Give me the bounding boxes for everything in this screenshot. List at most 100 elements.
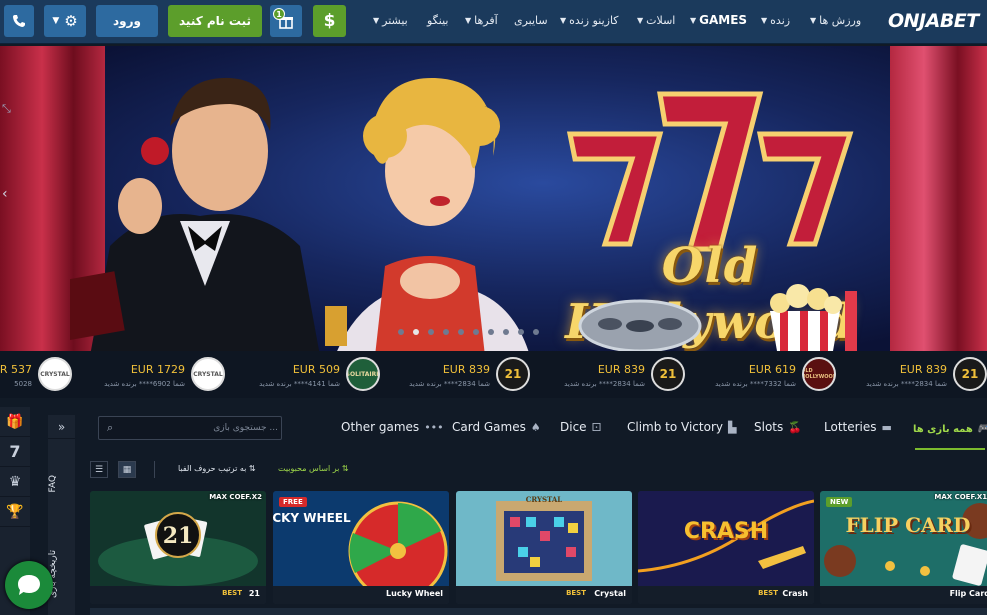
game-category-bar: ⌕ Other games••• Card Games♠ Dice⚀ Climb… bbox=[90, 407, 987, 451]
carousel-dot[interactable] bbox=[488, 329, 494, 335]
win-item[interactable]: EUR 839 شما 2834**** برنده شدید 21 bbox=[390, 356, 530, 392]
active-category-underline bbox=[915, 448, 985, 450]
nav-live[interactable]: ▼ زنده bbox=[761, 0, 790, 40]
phone-button[interactable] bbox=[4, 5, 34, 37]
nav-games[interactable]: ▼ GAMES bbox=[690, 0, 747, 40]
win-item[interactable]: EUR 839 شما 2834**** برنده شدید 21 bbox=[850, 356, 987, 392]
game-old-hollywood-icon: OLD HOLLYWOOD bbox=[802, 357, 836, 391]
category-dice[interactable]: Dice ⚀ bbox=[560, 420, 601, 434]
curtain-right bbox=[890, 46, 987, 351]
expand-icon[interactable]: ⤡ bbox=[2, 102, 11, 116]
search-icon: ⌕ bbox=[107, 421, 114, 434]
game-crystal-icon: CRYSTAL bbox=[191, 357, 225, 391]
chevron-down-icon: ▼ bbox=[560, 15, 567, 25]
tile-footer: Lucky Wheel bbox=[273, 586, 449, 604]
game-search-input[interactable] bbox=[123, 418, 278, 438]
chevron-down-icon: ▼ bbox=[465, 15, 472, 25]
carousel-dot[interactable] bbox=[458, 329, 464, 335]
win-item[interactable]: EUR 1729 شما 6902**** برنده شدید CRYSTAL bbox=[85, 356, 225, 392]
spade-icon: ♠ bbox=[530, 421, 541, 434]
game-tile-lucky-wheel[interactable]: LUCKY WHEEL FREE Lucky Wheel bbox=[273, 491, 449, 604]
category-card-games[interactable]: Card Games ♠ bbox=[452, 420, 541, 434]
carousel-dot[interactable] bbox=[398, 329, 404, 335]
win-item[interactable]: EUR 537 5028 CRYSTAL bbox=[0, 356, 72, 392]
best-badge: BEST bbox=[758, 589, 778, 597]
carousel-dot[interactable] bbox=[533, 329, 539, 335]
film-reel-illustration bbox=[578, 299, 702, 351]
carousel-dot[interactable] bbox=[518, 329, 524, 335]
sort-alphabetical[interactable]: به ترتیب حروف الفبا ⇅ bbox=[178, 464, 256, 473]
carousel-dots bbox=[398, 329, 539, 335]
game-21-icon: 21 bbox=[651, 357, 685, 391]
nav-cyber[interactable]: سایبری bbox=[514, 0, 548, 40]
nav-offers[interactable]: ▼ آفرها bbox=[465, 0, 498, 40]
list-view-button[interactable]: ☰ bbox=[90, 461, 108, 478]
game-search[interactable]: ⌕ bbox=[98, 416, 282, 440]
game-solitaire-icon: SOLITAIRE bbox=[346, 357, 380, 391]
login-button[interactable]: ورود bbox=[96, 5, 158, 37]
game-tile-crash[interactable]: CRASH Crash BEST bbox=[638, 491, 814, 604]
tile-footer: Crystal BEST bbox=[456, 586, 632, 604]
trophy-cup-icon[interactable]: ♛ bbox=[0, 467, 30, 497]
banner-man-illustration bbox=[70, 77, 320, 351]
grid-view-button[interactable]: ▦ bbox=[118, 461, 136, 478]
carousel-dot[interactable] bbox=[428, 329, 434, 335]
nav-more[interactable]: ▼ بیشتر bbox=[373, 0, 408, 40]
max-coef-label: MAX COEF.X10 bbox=[934, 493, 987, 501]
game-tile-flip-card[interactable]: FLIP CARD NEW MAX COEF.X10 Flip Card bbox=[820, 491, 987, 604]
faq-tab[interactable]: FAQ bbox=[48, 475, 75, 492]
settings-button[interactable]: ▼ ⚙ bbox=[44, 5, 86, 37]
category-other-games[interactable]: Other games ••• bbox=[341, 420, 444, 434]
tile-footer: Crash BEST bbox=[638, 586, 814, 604]
promo-banner[interactable]: ⤡ ‹ Old Hollywood bbox=[0, 46, 987, 351]
bonus-count-badge: 1 bbox=[273, 8, 285, 20]
game-21-icon: 21 bbox=[496, 357, 530, 391]
bonus-button[interactable]: 1 bbox=[270, 5, 302, 37]
category-slots[interactable]: Slots 🍒 bbox=[754, 420, 802, 434]
category-all-games[interactable]: همه بازی ها 🎮 bbox=[913, 422, 987, 435]
best-badge: BEST bbox=[566, 589, 586, 597]
gear-icon: ⚙ bbox=[64, 12, 78, 30]
carousel-dot[interactable] bbox=[473, 329, 479, 335]
deposit-button[interactable]: $ bbox=[313, 5, 346, 37]
tile-footer: Flip Card bbox=[820, 586, 987, 604]
new-tag: NEW bbox=[826, 497, 853, 507]
chevron-down-icon: ▼ bbox=[637, 15, 644, 25]
max-coef-label: MAX COEF.X2 bbox=[209, 493, 262, 501]
banner-woman-illustration bbox=[325, 77, 529, 351]
category-lotteries[interactable]: Lotteries ▬ bbox=[824, 420, 892, 434]
grid-view-icon: ▦ bbox=[122, 464, 132, 475]
chevron-left-icon[interactable]: ‹ bbox=[2, 186, 8, 202]
game-tile-21[interactable]: 21 MAX COEF.X2 21 BEST bbox=[90, 491, 266, 604]
game-tile-crystal[interactable]: CRYSTAL Crystal BEST bbox=[456, 491, 632, 604]
win-item[interactable]: EUR 509 شما 4141**** برنده شدید SOLITAIR… bbox=[240, 356, 380, 392]
carousel-dot-active[interactable] bbox=[413, 329, 419, 335]
sort-icon: ⇅ bbox=[341, 464, 349, 473]
seven-icon[interactable]: 7 bbox=[0, 437, 30, 467]
sort-bar: ☰ ▦ به ترتیب حروف الفبا ⇅ بر اساس محبوبی… bbox=[90, 459, 987, 481]
tile-footer: 21 BEST bbox=[90, 586, 266, 604]
live-chat-button[interactable] bbox=[5, 561, 53, 609]
category-climb-to-victory[interactable]: Climb to Victory ▙ bbox=[627, 420, 736, 434]
nav-sports[interactable]: ▼ ورزش ها bbox=[810, 0, 861, 40]
brand-logo[interactable]: ONJABET bbox=[888, 10, 979, 32]
game-21-icon: 21 bbox=[953, 357, 987, 391]
nav-bingo[interactable]: بینگو bbox=[427, 0, 448, 40]
dollar-icon: $ bbox=[323, 11, 336, 31]
gift-icon[interactable]: 🎁 bbox=[0, 407, 30, 437]
sort-popularity[interactable]: بر اساس محبوبیت ⇅ bbox=[278, 464, 349, 473]
collapse-panel-button[interactable]: » bbox=[48, 415, 75, 439]
nav-live-casino[interactable]: ▼ کازینو زنده bbox=[560, 0, 619, 40]
sort-icon: ⇅ bbox=[248, 464, 256, 473]
register-button[interactable]: ثبت نام کنید bbox=[168, 5, 262, 37]
nav-slots[interactable]: ▼ اسلات bbox=[637, 0, 675, 40]
top-header: ▼ ⚙ ورود ثبت نام کنید 1 $ ▼ بیشتر بینگو ▼… bbox=[0, 0, 987, 44]
next-row-tiles bbox=[90, 608, 987, 615]
ticket-icon: ▬ bbox=[881, 421, 892, 434]
carousel-dot[interactable] bbox=[503, 329, 509, 335]
trophy-icon[interactable]: 🏆 bbox=[0, 497, 30, 527]
game-crystal-artwork bbox=[456, 491, 632, 586]
win-item[interactable]: EUR 839 شما 2834**** برنده شدید 21 bbox=[545, 356, 685, 392]
carousel-dot[interactable] bbox=[443, 329, 449, 335]
win-item[interactable]: EUR 619 شما 7332**** برنده شدید OLD HOLL… bbox=[696, 356, 836, 392]
